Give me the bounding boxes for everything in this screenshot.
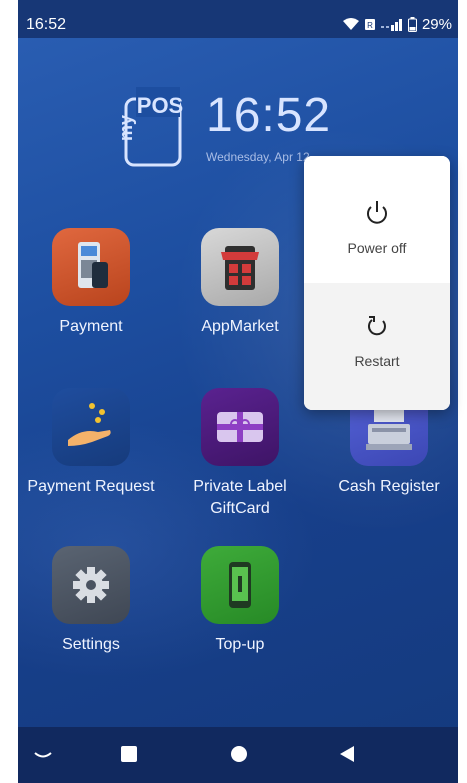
- back-icon[interactable]: [338, 745, 356, 763]
- svg-text:my: my: [118, 115, 136, 141]
- app-payment-request[interactable]: Payment Request: [26, 388, 156, 498]
- app-label: Cash Register: [338, 478, 440, 495]
- gift-card-icon: [201, 388, 279, 466]
- battery-percent: 29%: [421, 16, 452, 33]
- payment-terminal-icon: [52, 228, 130, 306]
- phone-topup-icon: [201, 546, 279, 624]
- app-payment[interactable]: Payment: [26, 228, 156, 338]
- signal-icon: [380, 19, 402, 31]
- mypos-logo: POS my: [118, 87, 183, 167]
- svg-text:R: R: [367, 21, 373, 30]
- gear-icon: [52, 546, 130, 624]
- app-label: AppMarket: [201, 318, 279, 335]
- status-time: 16:52: [26, 16, 67, 33]
- nav-bar: [18, 727, 458, 783]
- clock-date: Wednesday, Apr 12: [206, 150, 310, 164]
- restart-label: Restart: [354, 353, 400, 369]
- restart-icon: [367, 316, 386, 336]
- home-icon[interactable]: [230, 745, 248, 763]
- app-label: Private Label GiftCard: [193, 478, 287, 517]
- status-icons: R 29%: [342, 16, 452, 33]
- app-appmarket[interactable]: AppMarket: [175, 228, 305, 338]
- power-off-label: Power off: [347, 240, 407, 256]
- app-label: Payment Request: [27, 478, 155, 495]
- power-off-button[interactable]: Power off: [304, 156, 450, 283]
- status-bar: 16:52 R 29%: [18, 0, 458, 38]
- power-menu: Power off Restart: [304, 156, 450, 410]
- app-giftcard[interactable]: Private Label GiftCard: [175, 388, 305, 520]
- clock-time: 16:52: [206, 89, 332, 142]
- app-label: Payment: [59, 318, 123, 335]
- storefront-icon: [201, 228, 279, 306]
- power-icon: [367, 201, 387, 224]
- battery-icon: [407, 17, 417, 32]
- collapse-icon[interactable]: [34, 751, 52, 761]
- recents-icon[interactable]: [120, 745, 138, 763]
- app-settings[interactable]: Settings: [26, 546, 156, 656]
- app-label: Top-up: [215, 636, 265, 653]
- app-label: Settings: [62, 636, 120, 653]
- wifi-icon: [342, 18, 359, 30]
- svg-text:POS: POS: [137, 93, 183, 118]
- restart-button[interactable]: Restart: [304, 283, 450, 410]
- app-topup[interactable]: Top-up: [175, 546, 305, 656]
- sim-icon: R: [364, 19, 375, 30]
- coins-hand-icon: [52, 388, 130, 466]
